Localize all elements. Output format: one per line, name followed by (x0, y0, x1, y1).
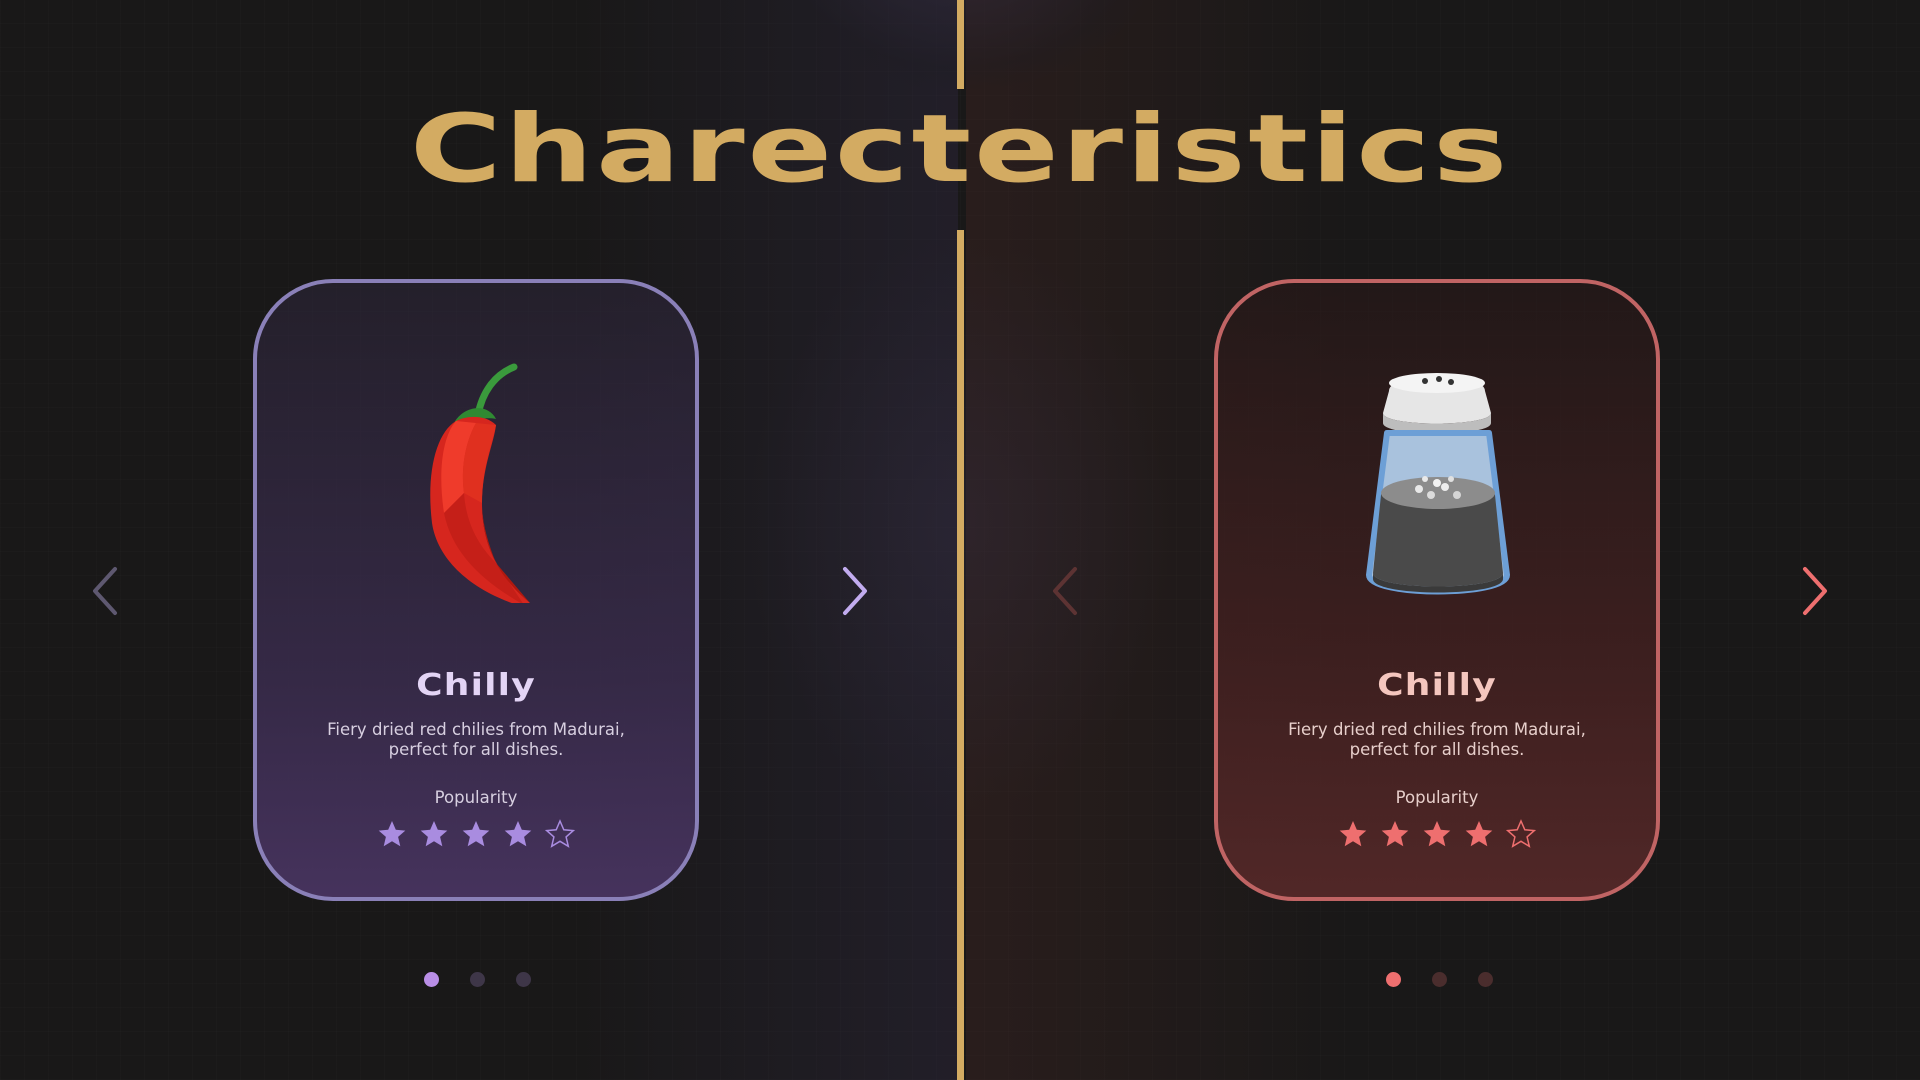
star-empty-icon (1506, 819, 1536, 849)
right-panel-next-arrow[interactable] (1800, 565, 1830, 617)
page-title: Charecteristics (409, 95, 1511, 204)
divider-line (957, 230, 964, 1080)
card-description: Fiery dried red chilies from Madurai, pe… (327, 720, 625, 759)
ingredient-card-right[interactable]: Chilly Fiery dried red chilies from Madu… (1214, 279, 1660, 901)
divider-top (957, 0, 964, 89)
star-filled-icon (1464, 819, 1494, 849)
star-filled-icon (503, 819, 533, 849)
ingredient-card-left[interactable]: Chilly Fiery dried red chilies from Madu… (253, 279, 699, 901)
star-filled-icon (377, 819, 407, 849)
card-description: Fiery dried red chilies from Madurai, pe… (1288, 720, 1586, 759)
popularity-label: Popularity (1395, 788, 1479, 807)
star-empty-icon (545, 819, 575, 849)
slide-stage: Charecteristics Chilly Fiery dried red c… (0, 0, 1920, 1080)
pagination-dot[interactable] (1478, 972, 1493, 987)
popularity-label: Popularity (434, 788, 518, 807)
card-title: Chilly (416, 668, 536, 703)
salt-shaker-image (1307, 353, 1567, 603)
star-filled-icon (419, 819, 449, 849)
pagination-dot[interactable] (1432, 972, 1447, 987)
chevron-left-icon (1053, 567, 1077, 615)
chevron-right-icon (843, 567, 867, 615)
left-panel-prev-arrow[interactable] (90, 565, 120, 617)
left-panel-next-arrow[interactable] (840, 565, 870, 617)
left-pagination (424, 972, 531, 987)
pagination-dot-active[interactable] (1386, 972, 1401, 987)
pagination-dot[interactable] (516, 972, 531, 987)
pagination-dot-active[interactable] (424, 972, 439, 987)
card-title: Chilly (1377, 668, 1497, 703)
star-filled-icon (461, 819, 491, 849)
chevron-left-icon (93, 567, 117, 615)
right-panel-prev-arrow[interactable] (1050, 565, 1080, 617)
chevron-right-icon (1803, 567, 1827, 615)
pagination-dot[interactable] (470, 972, 485, 987)
star-filled-icon (1338, 819, 1368, 849)
rating-stars (1338, 819, 1536, 849)
chili-pepper-image (346, 353, 606, 607)
right-pagination (1386, 972, 1493, 987)
star-filled-icon (1422, 819, 1452, 849)
rating-stars (377, 819, 575, 849)
star-filled-icon (1380, 819, 1410, 849)
